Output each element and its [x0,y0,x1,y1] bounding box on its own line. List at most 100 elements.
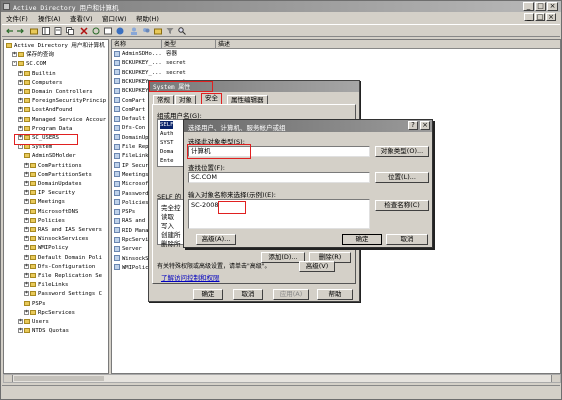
tree-item[interactable]: + Meetings [24,198,65,206]
inner-minimize-button[interactable]: _ [524,13,534,21]
expand-icon[interactable]: + [24,282,29,288]
inner-maximize-button[interactable]: □ [535,13,545,21]
tree-item[interactable]: + WinsockServices [24,235,89,243]
tree-item[interactable]: + Program Data [18,125,72,133]
select-title-bar[interactable]: 选择用户、计算机、服务帐户或组 ? × [184,120,432,132]
tree-item[interactable]: + ComPartitions [24,162,82,170]
find-icon[interactable] [178,27,186,35]
tree-item[interactable]: + IP Security [24,189,75,197]
forward-arrow-icon[interactable] [16,27,24,35]
menu-help[interactable]: 帮助(H) [136,13,159,23]
select-cancel-button[interactable]: 取消 [386,234,428,245]
expand-icon[interactable]: + [24,208,29,214]
back-arrow-icon[interactable] [6,27,14,35]
horizontal-scrollbar[interactable] [3,374,561,383]
group-item-self[interactable]: SELF [160,121,174,129]
expand-icon[interactable]: + [24,245,29,251]
expand-icon[interactable]: + [18,98,23,104]
column-header-type[interactable]: 类型 [162,40,216,49]
list-item[interactable]: AdminSDHo... 容器 [114,50,177,58]
title-bar[interactable]: Active Directory 用户和计算机 _ □ × [1,1,561,12]
tree-item[interactable]: PSPs [24,300,45,308]
inner-close-button[interactable]: × [546,13,556,21]
scroll-right-button[interactable] [551,375,560,382]
object-types-button[interactable]: 对象类型(O)... [375,146,429,157]
select-ok-button[interactable]: 确定 [342,234,382,245]
group-item-doma[interactable]: Doma [160,148,173,156]
expand-icon[interactable]: + [24,236,29,242]
maximize-button[interactable]: □ [535,2,546,11]
export-icon[interactable] [104,27,112,35]
expand-icon[interactable]: + [18,89,23,94]
props-cancel-button[interactable]: 取消 [233,289,263,300]
props-title-bar[interactable]: System 属性 [149,81,359,92]
expand-icon[interactable]: + [24,291,29,297]
expand-icon[interactable]: + [24,190,29,196]
tree-item[interactable]: + RpcServices [24,309,75,317]
menu-file[interactable]: 文件(F) [6,13,28,23]
scroll-thumb[interactable] [14,376,104,381]
group-item-syst[interactable]: SYST [160,139,173,147]
filter-icon[interactable] [166,27,174,35]
tree-toggle-icon[interactable] [42,27,50,35]
locations-button[interactable]: 位置(L)... [375,172,429,183]
column-header-desc[interactable]: 描述 [216,40,560,49]
expand-icon[interactable]: + [24,263,29,269]
tree-item[interactable]: + Default Domain Poli [24,254,102,262]
expand-icon[interactable]: + [24,199,29,205]
tree-item[interactable]: + RAS and IAS Servers [24,226,102,234]
menu-window[interactable]: 窗口(W) [102,13,127,23]
expand-icon[interactable]: + [24,171,29,177]
tree-item[interactable]: + Dfs-Configuration [24,263,95,271]
tree-item[interactable]: + ForeignSecurityPrincip [18,97,106,105]
props-apply-button[interactable]: 应用(A) [273,289,309,300]
expand-icon[interactable]: + [18,70,23,76]
expand-icon[interactable]: + [18,107,23,113]
tree-item[interactable]: + NTDS Quotas [18,327,69,335]
tree-item[interactable]: - SC.COM [12,60,46,68]
tree-item[interactable]: + FileLinks [24,281,68,289]
tree-item[interactable]: + Managed Service Accour [18,116,106,124]
group-icon[interactable] [142,27,150,35]
menu-action[interactable]: 操作(A) [38,13,61,23]
expand-icon[interactable]: + [24,309,29,315]
refresh-icon[interactable] [92,27,100,35]
expand-icon[interactable]: + [18,116,23,122]
tree-item[interactable]: + Builtin [18,70,56,78]
help-icon[interactable] [116,27,124,35]
tree-item[interactable]: Active Directory 用户和计算机 [6,42,105,50]
access-control-link[interactable]: 了解访问控制和权限 [161,272,220,282]
props-help-button[interactable]: 帮助 [317,289,353,300]
up-folder-icon[interactable] [30,27,38,35]
expand-icon[interactable]: + [24,227,29,232]
tree-item[interactable]: + Password Settings C [24,290,102,298]
expand-icon[interactable]: + [18,319,23,324]
list-item[interactable]: BCKUPKEY_... secret [114,69,186,77]
tree-pane[interactable]: Active Directory 用户和计算机 + 保存的查询 - SC.COM + Bui… [3,39,109,374]
tree-item[interactable]: + File Replication Se [24,272,102,280]
tree-item[interactable]: + Policies [24,217,65,225]
tree-item[interactable]: + 保存的查询 [12,51,54,59]
tree-item[interactable]: + Users [18,318,49,326]
expand-icon[interactable]: + [12,52,17,58]
tree-item[interactable]: + ComPartitionSets [24,171,92,179]
menu-view[interactable]: 查看(V) [70,13,93,23]
props-advanced-button[interactable]: 高级(V) [299,261,335,272]
collapse-icon[interactable]: - [12,61,17,67]
ou-icon[interactable] [154,27,162,35]
check-names-button[interactable]: 检查名称(C) [375,200,429,211]
tree-item[interactable]: + WMIPolicy [24,244,68,252]
select-advanced-button[interactable]: 高级(A)... [196,234,236,245]
minimize-button[interactable]: _ [523,2,534,11]
expand-icon[interactable]: + [24,217,29,223]
delete-icon[interactable] [80,27,88,35]
scroll-left-button[interactable] [4,375,13,382]
column-header-name[interactable]: 名称 [112,40,162,49]
list-item[interactable]: BCKUPKEY_... secret [114,59,186,67]
user-icon[interactable] [130,27,138,35]
close-button[interactable]: × [547,2,558,11]
tree-item[interactable]: + Domain Controllers [18,88,93,96]
expand-icon[interactable]: + [18,79,23,85]
tree-item[interactable]: AdminSDHolder [24,152,76,160]
tree-item[interactable]: + Computers [18,79,62,87]
